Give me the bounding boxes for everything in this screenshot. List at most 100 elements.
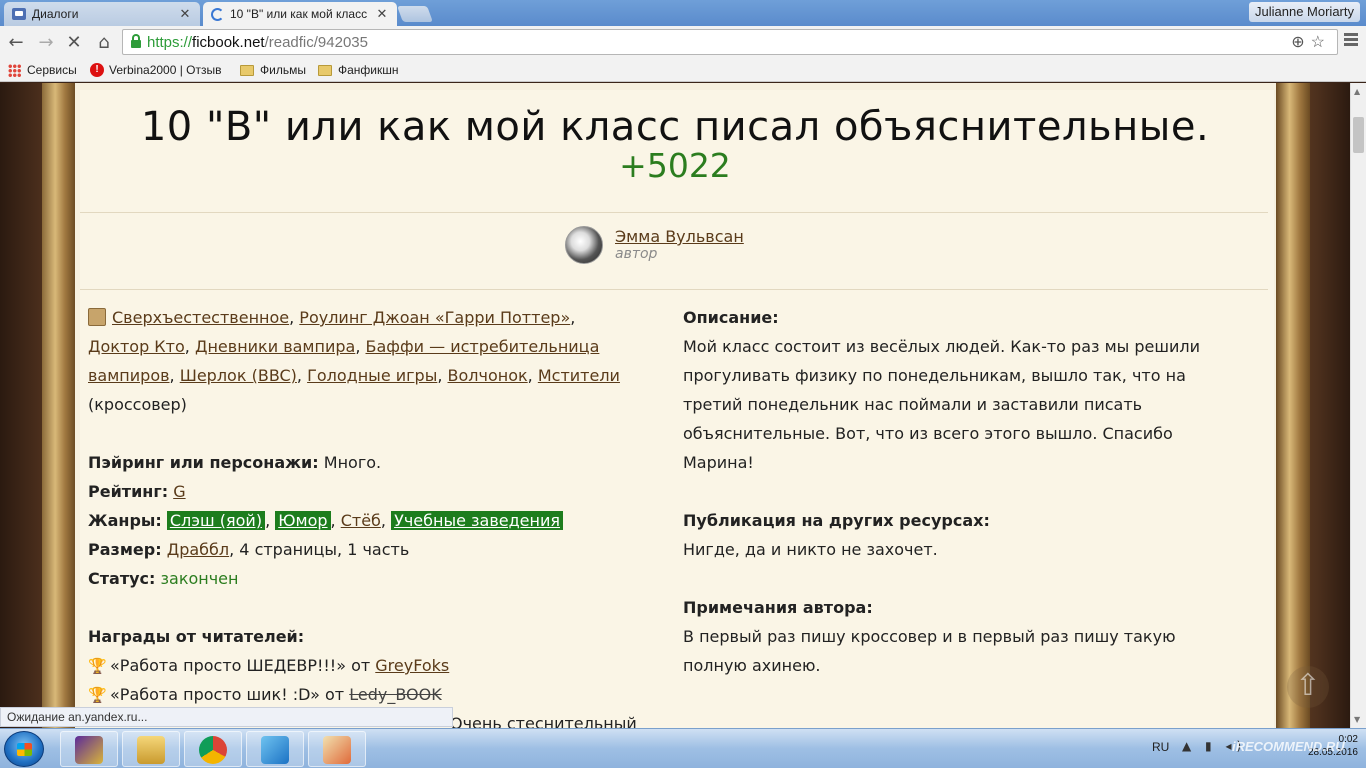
size-details: , 4 страницы, 1 часть xyxy=(229,540,410,559)
fandom-link[interactable]: Голодные игры xyxy=(307,366,437,385)
fic-info-column: Сверхъестественное, Роулинг Джоан «Гарри… xyxy=(88,303,678,738)
forward-arrow-icon[interactable]: → xyxy=(34,31,58,55)
fandom-link[interactable]: Шерлок (BBC) xyxy=(180,366,297,385)
watermark-logo: iRECOMMEND.RU xyxy=(1232,739,1345,754)
publication-text: Нигде, да и никто не захочет. xyxy=(683,540,938,559)
trophy-icon: 🏆 xyxy=(88,657,107,675)
status-bubble: Ожидание an.yandex.ru... xyxy=(0,707,453,727)
size-link[interactable]: Драббл xyxy=(167,540,229,559)
size-row: Размер: Драббл, 4 страницы, 1 часть xyxy=(88,535,678,564)
bookmark-label: Verbina2000 | Отзыв xyxy=(109,63,222,77)
taskbar-media-player[interactable] xyxy=(60,731,118,767)
status-value: закончен xyxy=(160,569,239,588)
home-icon[interactable]: ⌂ xyxy=(92,31,116,55)
taskbar-paint[interactable] xyxy=(308,731,366,767)
fandom-link[interactable]: Доктор Кто xyxy=(88,337,185,356)
yandex-icon: ! xyxy=(90,63,104,77)
pairing-row: Пэйринг или персонажи: Много. xyxy=(88,448,678,477)
rating-row: Рейтинг: G xyxy=(88,477,678,506)
pairing-value: Много. xyxy=(323,453,382,472)
page-scrollbar[interactable]: ▲ ▼ xyxy=(1350,83,1366,728)
status-label: Статус: xyxy=(88,569,156,588)
award-text: «Работа просто шик! :D» от xyxy=(110,685,350,704)
notes-text: В первый раз пишу кроссовер и в первый р… xyxy=(683,627,1176,675)
award-item: 🏆 «Работа просто шик! :D» от Ledy_BOOK xyxy=(88,680,678,709)
genre-tag[interactable]: Слэш (яой) xyxy=(166,511,266,530)
genres-row: Жанры: Слэш (яой), Юмор, Стёб, Учебные з… xyxy=(88,506,678,535)
divider xyxy=(80,289,1268,290)
author-role: автор xyxy=(615,246,658,262)
paint-palette-icon xyxy=(323,736,351,764)
fandom-link[interactable]: Волчонок xyxy=(448,366,528,385)
fic-description-column: Описание: Мой класс состоит из весёлых л… xyxy=(683,303,1243,680)
chrome-icon xyxy=(199,736,227,764)
publication-heading: Публикация на других ресурсах: xyxy=(683,511,990,530)
fandoms-block: Сверхъестественное, Роулинг Джоан «Гарри… xyxy=(88,308,620,414)
close-icon[interactable]: ✕ xyxy=(375,6,389,22)
genres-label: Жанры: xyxy=(88,511,162,530)
wood-frame-right xyxy=(1276,83,1310,728)
tab-ficbook[interactable]: 10 "В" или как мой класс ✕ xyxy=(203,2,397,26)
award-user-deleted: Ledy_BOOK xyxy=(349,685,442,704)
award-item: 🏆 «Работа просто ШЕДЕВР!!!» от GreyFoks xyxy=(88,651,678,680)
tab-title: 10 "В" или как мой класс xyxy=(230,7,368,21)
description-text: Мой класс состоит из весёлых людей. Как-… xyxy=(683,337,1201,472)
bookmark-verbina[interactable]: ! Verbina2000 | Отзыв xyxy=(90,63,225,77)
url-host: ficbook.net xyxy=(192,33,265,51)
fandom-link[interactable]: Роулинг Джоан «Гарри Поттер» xyxy=(299,308,570,327)
close-icon[interactable]: ✕ xyxy=(178,6,192,22)
fandom-link[interactable]: Мстители xyxy=(538,366,620,385)
bookmark-services[interactable]: Сервисы xyxy=(8,63,77,77)
bookmark-label: Фанфикшн xyxy=(338,63,399,77)
tab-dialogs[interactable]: Диалоги ✕ xyxy=(4,2,200,26)
genre-tag[interactable]: Юмор xyxy=(275,511,331,530)
zoom-star-icons[interactable]: ⊕☆ xyxy=(1291,32,1331,52)
folder-icon xyxy=(318,64,332,76)
bookmarks-bar: Сервисы ! Verbina2000 | Отзыв Фильмы Фан… xyxy=(0,60,1366,82)
back-arrow-icon[interactable]: ← xyxy=(4,31,28,55)
scroll-down-arrow-icon[interactable]: ▼ xyxy=(1354,715,1360,724)
rating-link[interactable]: G xyxy=(173,482,185,501)
scroll-up-arrow-icon[interactable]: ▲ xyxy=(1354,87,1360,96)
folder-icon xyxy=(240,64,254,76)
taskbar-music-app[interactable] xyxy=(246,731,304,767)
genre-link[interactable]: Стёб xyxy=(341,511,381,530)
genre-tag[interactable]: Учебные заведения xyxy=(391,511,563,530)
vk-favicon-icon xyxy=(12,8,26,20)
music-note-icon xyxy=(261,736,289,764)
fandom-link[interactable]: Сверхъестественное xyxy=(112,308,289,327)
profile-button[interactable]: Julianne Moriarty xyxy=(1249,2,1360,22)
award-text: «Работа просто ШЕДЕВР!!!» от xyxy=(110,656,376,675)
fandom-link[interactable]: Дневники вампира xyxy=(195,337,355,356)
taskbar-chrome[interactable] xyxy=(184,731,242,767)
rating-label: Рейтинг: xyxy=(88,482,169,501)
tab-strip: Диалоги ✕ 10 "В" или как мой класс ✕ Jul… xyxy=(0,0,1366,26)
crossover-note: (кроссовер) xyxy=(88,395,187,414)
notes-heading: Примечания автора: xyxy=(683,598,873,617)
menu-icon[interactable] xyxy=(1344,33,1358,48)
scroll-to-top-button[interactable]: ⇧ xyxy=(1287,666,1329,708)
status-row: Статус: закончен xyxy=(88,564,678,593)
start-button[interactable] xyxy=(4,731,44,767)
windows-taskbar: RU ▲ ▮ ◂) 0:02 28.05.2016 xyxy=(0,728,1366,768)
scrollbar-thumb[interactable] xyxy=(1353,117,1364,153)
url-scheme: https:// xyxy=(147,33,193,51)
award-user-link[interactable]: GreyFoks xyxy=(375,656,449,675)
description-heading: Описание: xyxy=(683,308,779,327)
stop-icon[interactable]: ✕ xyxy=(62,31,86,55)
author-avatar[interactable] xyxy=(565,226,603,264)
language-indicator[interactable]: RU xyxy=(1152,740,1169,754)
bookmark-fanfiction[interactable]: Фанфикшн xyxy=(318,63,399,77)
explorer-folder-icon xyxy=(137,736,165,764)
awards-heading: Награды от читателей: xyxy=(88,627,305,646)
new-tab-button[interactable] xyxy=(397,6,433,22)
fic-title: 10 "В" или как мой класс писал объясните… xyxy=(140,104,1210,150)
pairing-label: Пэйринг или персонажи: xyxy=(88,453,319,472)
taskbar-explorer[interactable] xyxy=(122,731,180,767)
bookmark-label: Сервисы xyxy=(27,63,77,77)
address-bar[interactable]: https://ficbook.net/readfic/942035 ⊕☆ xyxy=(122,29,1338,55)
bookmark-films[interactable]: Фильмы xyxy=(240,63,306,77)
author-link[interactable]: Эмма Вульвсан xyxy=(615,227,744,246)
loading-spinner-icon xyxy=(211,7,224,21)
size-label: Размер: xyxy=(88,540,162,559)
